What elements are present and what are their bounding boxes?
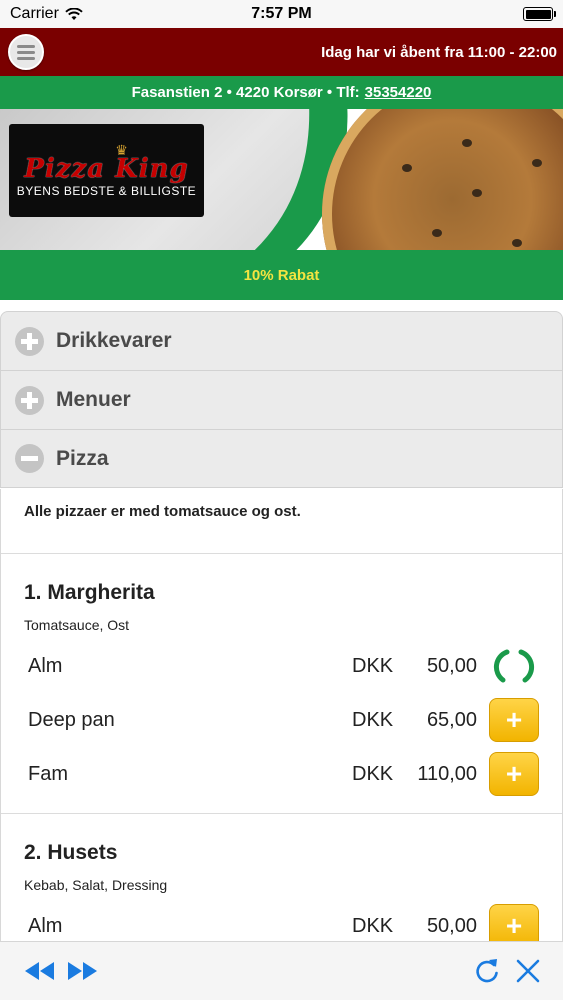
top-header: Idag har vi åbent fra 11:00 - 22:00 bbox=[0, 28, 563, 76]
close-button[interactable] bbox=[515, 958, 541, 984]
pizza-photo bbox=[322, 109, 563, 250]
address-text: Fasanstien 2 • 4220 Korsør • Tlf: bbox=[131, 84, 360, 101]
size-label: Deep pan bbox=[28, 708, 115, 731]
size-label: Alm bbox=[28, 654, 63, 677]
category-drikkevarer[interactable]: Drikkevarer bbox=[0, 311, 563, 370]
plus-icon: + bbox=[505, 910, 523, 941]
item-name: 2. Husets bbox=[24, 841, 118, 864]
menu-item: 1. Margherita Tomatsauce, Ost Alm DKK 50… bbox=[1, 554, 562, 814]
item-name: 1. Margherita bbox=[24, 581, 155, 604]
clock: 7:57 PM bbox=[251, 5, 312, 22]
category-label: Drikkevarer bbox=[56, 329, 172, 352]
pizza-list: Alle pizzaer er med tomatsauce og ost. 1… bbox=[0, 489, 563, 941]
pizza-king-logo: ♛ Pizza King BYENS BEDSTE & BILLIGSTE bbox=[9, 124, 204, 217]
add-to-cart-button[interactable]: + bbox=[489, 698, 539, 742]
menu-accordion: Drikkevarer Menuer Pizza bbox=[0, 311, 563, 488]
add-to-cart-button[interactable]: + bbox=[489, 752, 539, 796]
battery-icon bbox=[523, 7, 556, 21]
price-amount: 65,00 bbox=[426, 708, 477, 731]
fast-forward-icon bbox=[68, 962, 97, 980]
item-description: Tomatsauce, Ost bbox=[24, 617, 130, 633]
address-bar: Fasanstien 2 • 4220 Korsør • Tlf: 353542… bbox=[0, 76, 563, 109]
price-row: Alm DKK 50,00 + bbox=[24, 899, 539, 941]
category-label: Pizza bbox=[56, 446, 109, 470]
hamburger-icon bbox=[17, 44, 35, 48]
hero-banner: ♛ Pizza King BYENS BEDSTE & BILLIGSTE bbox=[0, 109, 563, 250]
menu-item: 2. Husets Kebab, Salat, Dressing Alm DKK… bbox=[1, 814, 562, 941]
logo-brand: Pizza King bbox=[24, 153, 189, 184]
category-pizza[interactable]: Pizza bbox=[0, 429, 563, 488]
reload-icon bbox=[476, 959, 498, 983]
currency-label: DKK bbox=[352, 762, 394, 785]
price-amount: 110,00 bbox=[417, 762, 477, 785]
app-screen: Carrier 7:57 PM Idag har vi åbent fra 11… bbox=[0, 0, 563, 1000]
expand-plus-icon bbox=[15, 385, 44, 415]
size-label: Fam bbox=[28, 762, 68, 785]
phone-link[interactable]: 35354220 bbox=[365, 84, 432, 101]
menu-button[interactable] bbox=[8, 34, 44, 70]
expand-plus-icon bbox=[15, 326, 44, 356]
loading-spinner-icon bbox=[489, 644, 539, 688]
opening-hours: Idag har vi åbent fra 11:00 - 22:00 bbox=[321, 43, 557, 61]
rewind-icon bbox=[25, 962, 54, 980]
category-label: Menuer bbox=[56, 388, 131, 411]
forward-button[interactable] bbox=[66, 960, 100, 982]
plus-icon: + bbox=[505, 704, 523, 735]
plus-icon: + bbox=[505, 758, 523, 789]
price-row: Deep pan DKK 65,00 + bbox=[24, 693, 539, 747]
status-bar: Carrier 7:57 PM bbox=[0, 0, 563, 28]
price-row: Alm DKK 50,00 bbox=[24, 639, 539, 693]
price-amount: 50,00 bbox=[426, 654, 477, 677]
back-button[interactable] bbox=[22, 960, 56, 982]
discount-banner: 10% Rabat bbox=[0, 250, 563, 300]
reload-button[interactable] bbox=[473, 956, 501, 986]
logo-tagline: BYENS BEDSTE & BILLIGSTE bbox=[16, 183, 197, 198]
section-note: Alle pizzaer er med tomatsauce og ost. bbox=[1, 489, 562, 554]
category-menuer[interactable]: Menuer bbox=[0, 370, 563, 429]
currency-label: DKK bbox=[352, 708, 394, 731]
status-left: Carrier bbox=[10, 5, 83, 23]
size-label: Alm bbox=[28, 914, 63, 937]
price-amount: 50,00 bbox=[426, 914, 477, 937]
wifi-icon bbox=[65, 7, 83, 20]
browser-toolbar bbox=[0, 941, 563, 1000]
collapse-minus-icon bbox=[15, 444, 44, 473]
price-row: Fam DKK 110,00 + bbox=[24, 747, 539, 801]
close-icon bbox=[516, 959, 540, 983]
carrier-label: Carrier bbox=[10, 5, 59, 22]
add-to-cart-button[interactable]: + bbox=[489, 904, 539, 941]
currency-label: DKK bbox=[352, 914, 394, 937]
item-description: Kebab, Salat, Dressing bbox=[24, 877, 168, 893]
currency-label: DKK bbox=[352, 654, 394, 677]
